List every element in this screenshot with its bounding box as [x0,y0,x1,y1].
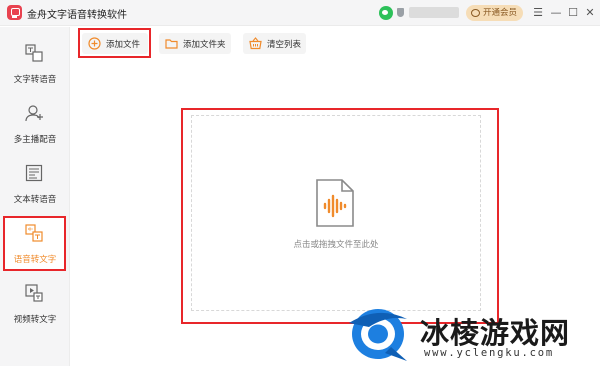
sidebar-item-label: 文字转语音 [13,75,57,85]
maximize-button[interactable]: ☐ [565,4,581,22]
sidebar-item-text-to-speech[interactable]: 文字转语音 [0,36,70,92]
title-bar: 金舟文字语音转换软件 开通会员 ☰ — ☐ ✕ [0,0,600,26]
add-folder-button[interactable]: 添加文件夹 [159,33,231,54]
menu-button[interactable]: ☰ [530,4,546,22]
folder-icon [165,39,178,49]
clear-list-label: 清空列表 [267,40,302,50]
document-to-speech-icon [25,164,43,182]
open-vip-button[interactable]: 开通会员 [466,5,523,21]
plus-circle-icon [88,37,101,50]
add-file-button[interactable]: 添加文件 [82,33,148,54]
watermark-url: www.yclengku.com [424,347,554,359]
dropzone-hint: 点击或拖拽文件至此处 [293,240,379,250]
sidebar-item-video-to-text[interactable]: 视频转文字 [0,276,70,332]
audio-file-icon [316,179,354,227]
clear-list-button[interactable]: 清空列表 [243,33,306,54]
app-title: 金舟文字语音转换软件 [27,10,127,21]
sidebar-item-label: 语音转文字 [13,255,57,265]
open-vip-label: 开通会员 [483,8,518,18]
vip-shield-icon [397,8,404,17]
app-logo-icon [7,5,22,20]
speech-to-text-icon [25,224,43,242]
basket-icon [249,37,262,50]
text-to-speech-icon [25,44,43,62]
video-to-text-icon [25,284,43,302]
multi-voice-icon [25,105,43,122]
username-blurred[interactable] [409,7,459,18]
close-button[interactable]: ✕ [582,4,598,22]
sidebar-item-label: 文本转语音 [13,195,57,205]
add-folder-label: 添加文件夹 [183,40,226,50]
sidebar-item-multi-voice[interactable]: 多主播配音 [0,96,70,152]
sidebar-item-label: 视频转文字 [13,315,57,325]
watermark-logo-icon [349,309,407,361]
watermark-text: 冰棱游戏网 [420,316,571,350]
wechat-icon[interactable] [379,6,393,20]
sidebar-item-document-to-speech[interactable]: 文本转语音 [0,156,70,212]
minimize-button[interactable]: — [548,4,564,22]
sidebar-item-label: 多主播配音 [13,135,57,145]
add-file-label: 添加文件 [106,40,141,50]
sidebar-item-speech-to-text[interactable]: 语音转文字 [0,216,70,272]
crown-icon [471,9,480,17]
